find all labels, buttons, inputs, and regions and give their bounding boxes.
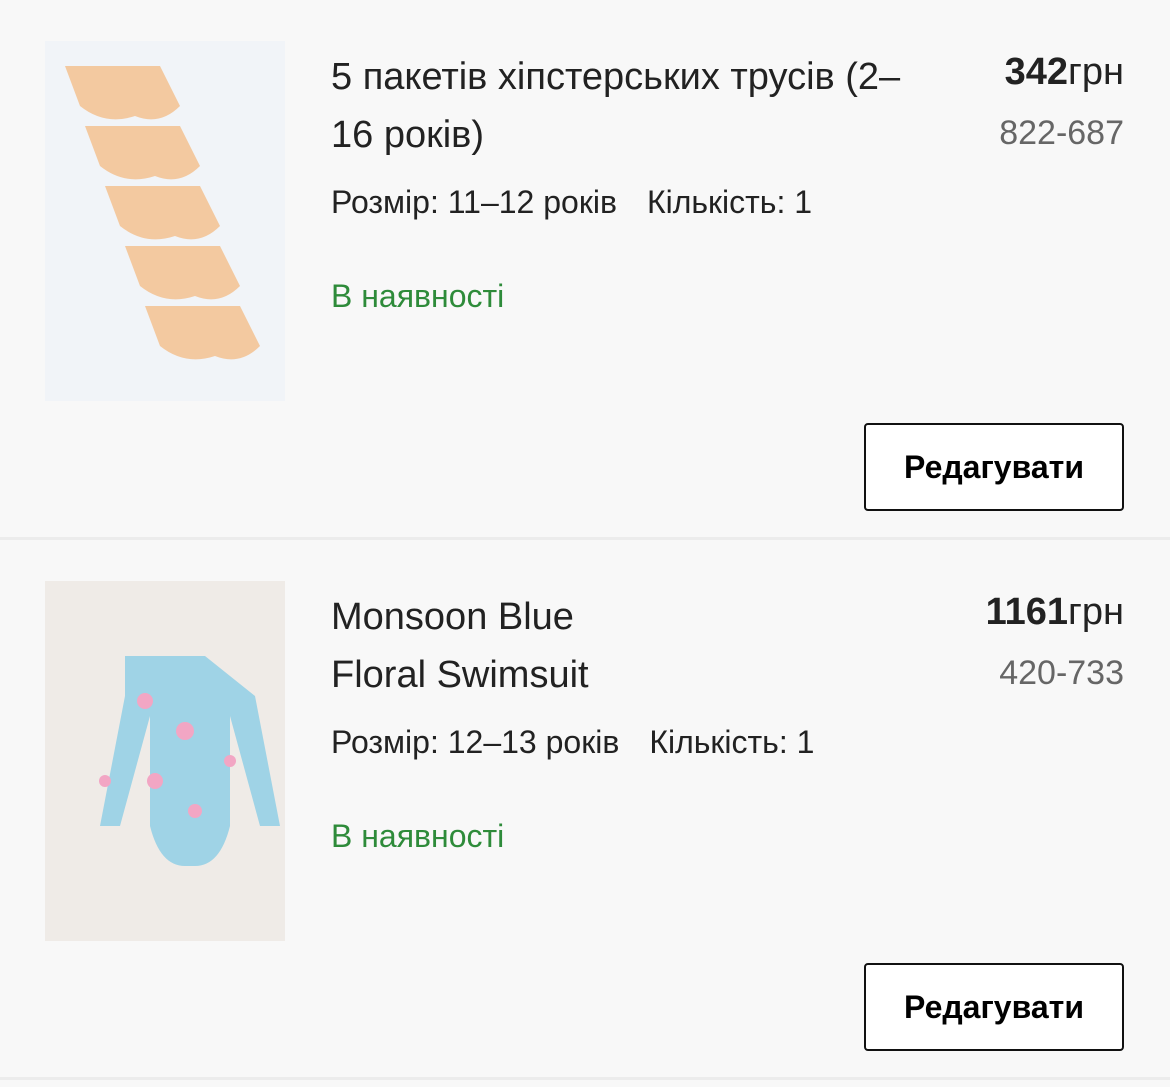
edit-button[interactable]: Редагувати bbox=[864, 423, 1124, 511]
product-meta: Розмір: 12–13 років Кількість: 1 bbox=[331, 724, 814, 761]
product-code: 420-733 bbox=[999, 654, 1124, 692]
product-price: 342грн bbox=[1005, 48, 1124, 96]
stock-status: В наявності bbox=[331, 818, 505, 854]
product-price: 1161грн bbox=[986, 588, 1124, 636]
cart-item: 5 пакетів хіпстерських трусів (2–16 рокі… bbox=[0, 0, 1170, 540]
edit-button[interactable]: Редагувати bbox=[864, 963, 1124, 1051]
product-title[interactable]: Monsoon Blue Floral Swimsuit bbox=[331, 588, 671, 704]
product-code: 822-687 bbox=[999, 114, 1124, 152]
price-value: 342 bbox=[1004, 51, 1069, 93]
currency: грн bbox=[1068, 591, 1124, 633]
currency: грн bbox=[1068, 51, 1124, 93]
quantity: Кількість: 1 bbox=[646, 184, 813, 220]
product-title[interactable]: 5 пакетів хіпстерських трусів (2–16 рокі… bbox=[331, 48, 931, 164]
size: Розмір: 11–12 років bbox=[331, 184, 617, 220]
product-image-swimsuit[interactable] bbox=[45, 581, 285, 941]
stock-status: В наявності bbox=[331, 278, 505, 314]
size: Розмір: 12–13 років bbox=[331, 724, 620, 760]
cart-item: Monsoon Blue Floral Swimsuit 1161грн 420… bbox=[0, 540, 1170, 1080]
product-meta: Розмір: 11–12 років Кількість: 1 bbox=[331, 184, 812, 221]
price-value: 1161 bbox=[985, 591, 1069, 633]
quantity: Кількість: 1 bbox=[649, 724, 815, 760]
product-image-briefs[interactable] bbox=[45, 41, 285, 401]
